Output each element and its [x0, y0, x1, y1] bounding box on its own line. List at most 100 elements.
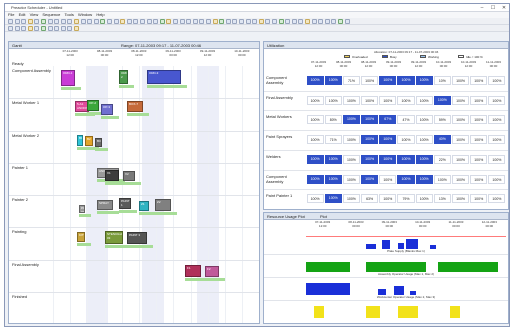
toolbar-button[interactable]	[27, 19, 33, 24]
gantt-operation-bar[interactable]: B2	[85, 135, 93, 146]
utilization-cell[interactable]: 100%	[324, 76, 342, 85]
utilization-cell[interactable]: 100%	[361, 115, 379, 125]
toolbar-button[interactable]	[199, 19, 205, 24]
utilization-cell[interactable]: 100%	[415, 135, 433, 145]
utilization-cell[interactable]: 100%	[324, 174, 342, 184]
toolbar-button[interactable]	[60, 19, 66, 24]
utilization-tab[interactable]: Utilization	[267, 43, 284, 48]
toolbar-button[interactable]	[14, 19, 20, 24]
toolbar-button[interactable]	[252, 19, 258, 24]
toolbar-button[interactable]	[324, 19, 330, 24]
utilization-cell[interactable]: 22%	[433, 154, 451, 164]
utilization-cell[interactable]: 71%	[324, 135, 342, 145]
gantt-operation-bar[interactable]: F2	[205, 265, 219, 277]
toolbar-button[interactable]	[186, 19, 192, 24]
utilization-cell[interactable]: 100%	[306, 194, 324, 204]
utilization-cell[interactable]: 100%	[451, 115, 470, 125]
utilization-cell[interactable]: 100%	[470, 95, 488, 105]
toolbar-button[interactable]	[67, 26, 73, 31]
maximize-button[interactable]: ☐	[488, 4, 498, 12]
utilization-cell[interactable]: 100%	[470, 154, 488, 164]
plot-tab[interactable]: Plot	[320, 214, 327, 219]
gantt-operation-bar[interactable]: PAINT 02	[79, 205, 85, 213]
utilization-cell[interactable]: 80%	[324, 115, 342, 125]
gantt-operation-bar[interactable]: OP-2	[87, 100, 99, 112]
gantt-operation-bar[interactable]: B3	[95, 137, 102, 147]
utilization-cell[interactable]: 100%	[415, 154, 433, 164]
toolbar-button[interactable]	[8, 26, 13, 31]
utilization-cell[interactable]: 100%	[488, 154, 506, 164]
minimize-button[interactable]: –	[477, 4, 487, 12]
toolbar-button[interactable]	[179, 19, 185, 24]
gantt-tab[interactable]: Gantt	[12, 43, 22, 48]
toolbar-button[interactable]	[291, 19, 297, 24]
toolbar-button[interactable]	[34, 26, 40, 31]
utilization-cell[interactable]: 100%	[488, 115, 506, 125]
gantt-operation-bar[interactable]: KITS	[77, 232, 85, 243]
utilization-cell[interactable]: 100%	[379, 154, 397, 164]
utilization-cell[interactable]: 100%	[361, 135, 379, 145]
toolbar-button[interactable]	[331, 19, 337, 24]
utilization-cell[interactable]: 100%	[379, 194, 397, 204]
utilization-cell[interactable]: 100%	[397, 174, 415, 184]
toolbar-button[interactable]	[120, 19, 126, 24]
gantt-operation-bar[interactable]: X1	[105, 169, 119, 181]
utilization-cell[interactable]: 100%	[306, 174, 324, 184]
toolbar-button[interactable]	[258, 19, 264, 24]
toolbar-button[interactable]	[54, 26, 60, 31]
toolbar-button[interactable]	[219, 19, 225, 24]
toolbar-button[interactable]	[27, 26, 33, 31]
toolbar-button[interactable]	[47, 26, 53, 31]
toolbar-button[interactable]	[206, 19, 211, 24]
toolbar-button[interactable]	[60, 26, 66, 31]
utilization-cell[interactable]: 40%	[433, 135, 451, 145]
toolbar-button[interactable]	[212, 19, 218, 24]
toolbar-button[interactable]	[173, 19, 178, 24]
gantt-operation-bar[interactable]: X2	[123, 170, 135, 181]
toolbar-button[interactable]	[344, 19, 350, 24]
utilization-cell[interactable]: 100%	[361, 174, 379, 184]
gantt-operation-bar[interactable]: B1	[77, 134, 83, 146]
toolbar-button[interactable]	[140, 19, 145, 24]
utilization-cell[interactable]: 100%	[397, 76, 415, 85]
utilization-cell[interactable]: 100%	[324, 194, 342, 204]
utilization-cell[interactable]: 100%	[324, 154, 342, 164]
utilization-cell[interactable]: 79%	[397, 194, 415, 204]
toolbar-button[interactable]	[34, 19, 40, 24]
toolbar-button[interactable]	[133, 19, 139, 24]
utilization-cell[interactable]: 100%	[306, 76, 324, 85]
toolbar-button[interactable]	[107, 19, 112, 24]
utilization-cell[interactable]: 100%	[470, 76, 488, 85]
toolbar-button[interactable]	[278, 19, 284, 24]
utilization-cell[interactable]: 100%	[379, 95, 397, 105]
gantt-operation-bar[interactable]: STENCILLE 03	[105, 231, 123, 245]
toolbar-button[interactable]	[311, 19, 317, 24]
toolbar-button[interactable]	[153, 19, 159, 24]
toolbar-button[interactable]	[47, 19, 53, 24]
utilization-cell[interactable]: 100%	[361, 95, 379, 105]
toolbar-button[interactable]	[100, 19, 106, 24]
close-button[interactable]: ✕	[499, 4, 509, 12]
utilization-cell[interactable]: 100%	[379, 76, 397, 85]
gantt-operation-bar[interactable]: ORD-3	[147, 70, 181, 84]
utilization-cell[interactable]: 100%	[451, 76, 470, 85]
utilization-cell[interactable]: 100%	[451, 154, 470, 164]
toolbar-button[interactable]	[298, 19, 304, 24]
utilization-cell[interactable]: 100%	[324, 95, 342, 105]
toolbar-button[interactable]	[8, 19, 13, 24]
toolbar-button[interactable]	[272, 19, 277, 24]
utilization-cell[interactable]: 100%	[379, 174, 397, 184]
utilization-cell[interactable]: 100%	[342, 194, 361, 204]
utilization-cell[interactable]: 100%	[451, 174, 470, 184]
toolbar-button[interactable]	[67, 19, 73, 24]
utilization-cell[interactable]: 100%	[397, 135, 415, 145]
toolbar-button[interactable]	[305, 19, 310, 24]
utilization-cell[interactable]: 63%	[361, 194, 379, 204]
gantt-operation-bar[interactable]: SPRAY	[97, 200, 113, 210]
utilization-cell[interactable]: 100%	[415, 95, 433, 105]
utilization-cell[interactable]: 100%	[433, 174, 451, 184]
gantt-operation-bar[interactable]: ORD-2	[119, 70, 128, 84]
utilization-cell[interactable]: 100%	[488, 194, 506, 204]
toolbar-button[interactable]	[41, 19, 46, 24]
utilization-cell[interactable]: 100%	[470, 194, 488, 204]
